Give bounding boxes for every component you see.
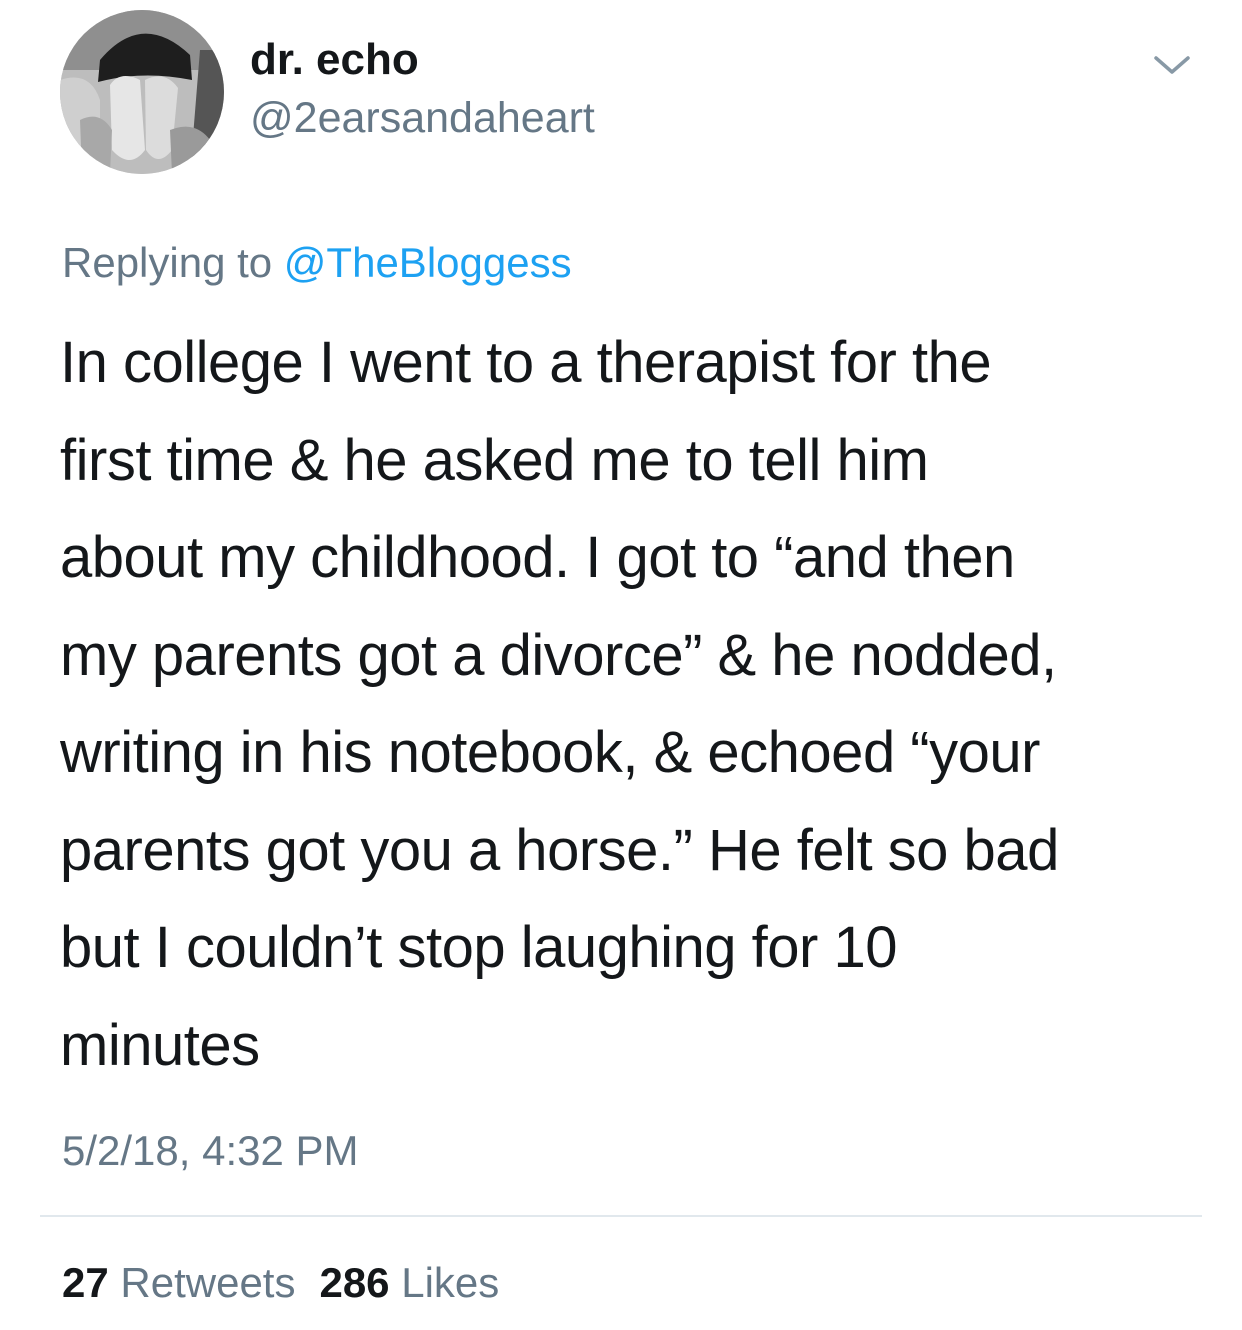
reply-context: Replying to @TheBloggess: [62, 236, 572, 290]
likes-stat[interactable]: 286 Likes: [319, 1259, 499, 1306]
tweet-line: In college I went to a therapist for the: [60, 330, 992, 395]
retweets-label: Retweets: [120, 1259, 296, 1306]
tweet-line: minutes: [60, 1012, 260, 1078]
tweet-line: parents got you a horse.” He felt so bad: [60, 817, 1059, 883]
retweets-stat[interactable]: 27 Retweets: [62, 1259, 295, 1306]
tweet-line: writing in his notebook, & echoed “your: [60, 720, 1040, 785]
user-handle[interactable]: @2earsandaheart: [250, 92, 595, 144]
tweet-line: about my childhood. I got to “and then: [60, 525, 1015, 590]
tweet-timestamp[interactable]: 5/2/18, 4:32 PM: [62, 1124, 359, 1178]
retweets-count: 27: [62, 1259, 109, 1306]
tweet-line: my parents got a divorce” & he nodded,: [60, 622, 1057, 688]
tweet-text: In college I went to a therapist for the…: [60, 314, 1200, 1094]
divider: [40, 1215, 1202, 1217]
reply-prefix: Replying to: [62, 239, 273, 286]
likes-label: Likes: [401, 1259, 500, 1306]
engagement-stats: 27 Retweets 286 Likes: [62, 1256, 499, 1310]
tweet-line: but I couldn’t stop laughing for 10: [60, 915, 897, 980]
display-name[interactable]: dr. echo: [250, 34, 419, 86]
chevron-down-icon[interactable]: [1152, 50, 1192, 80]
likes-count: 286: [319, 1259, 390, 1306]
reply-mention-link[interactable]: @TheBloggess: [284, 239, 572, 286]
avatar[interactable]: [60, 10, 224, 174]
tweet-line: first time & he asked me to tell him: [60, 427, 929, 493]
avatar-image: [60, 10, 224, 174]
